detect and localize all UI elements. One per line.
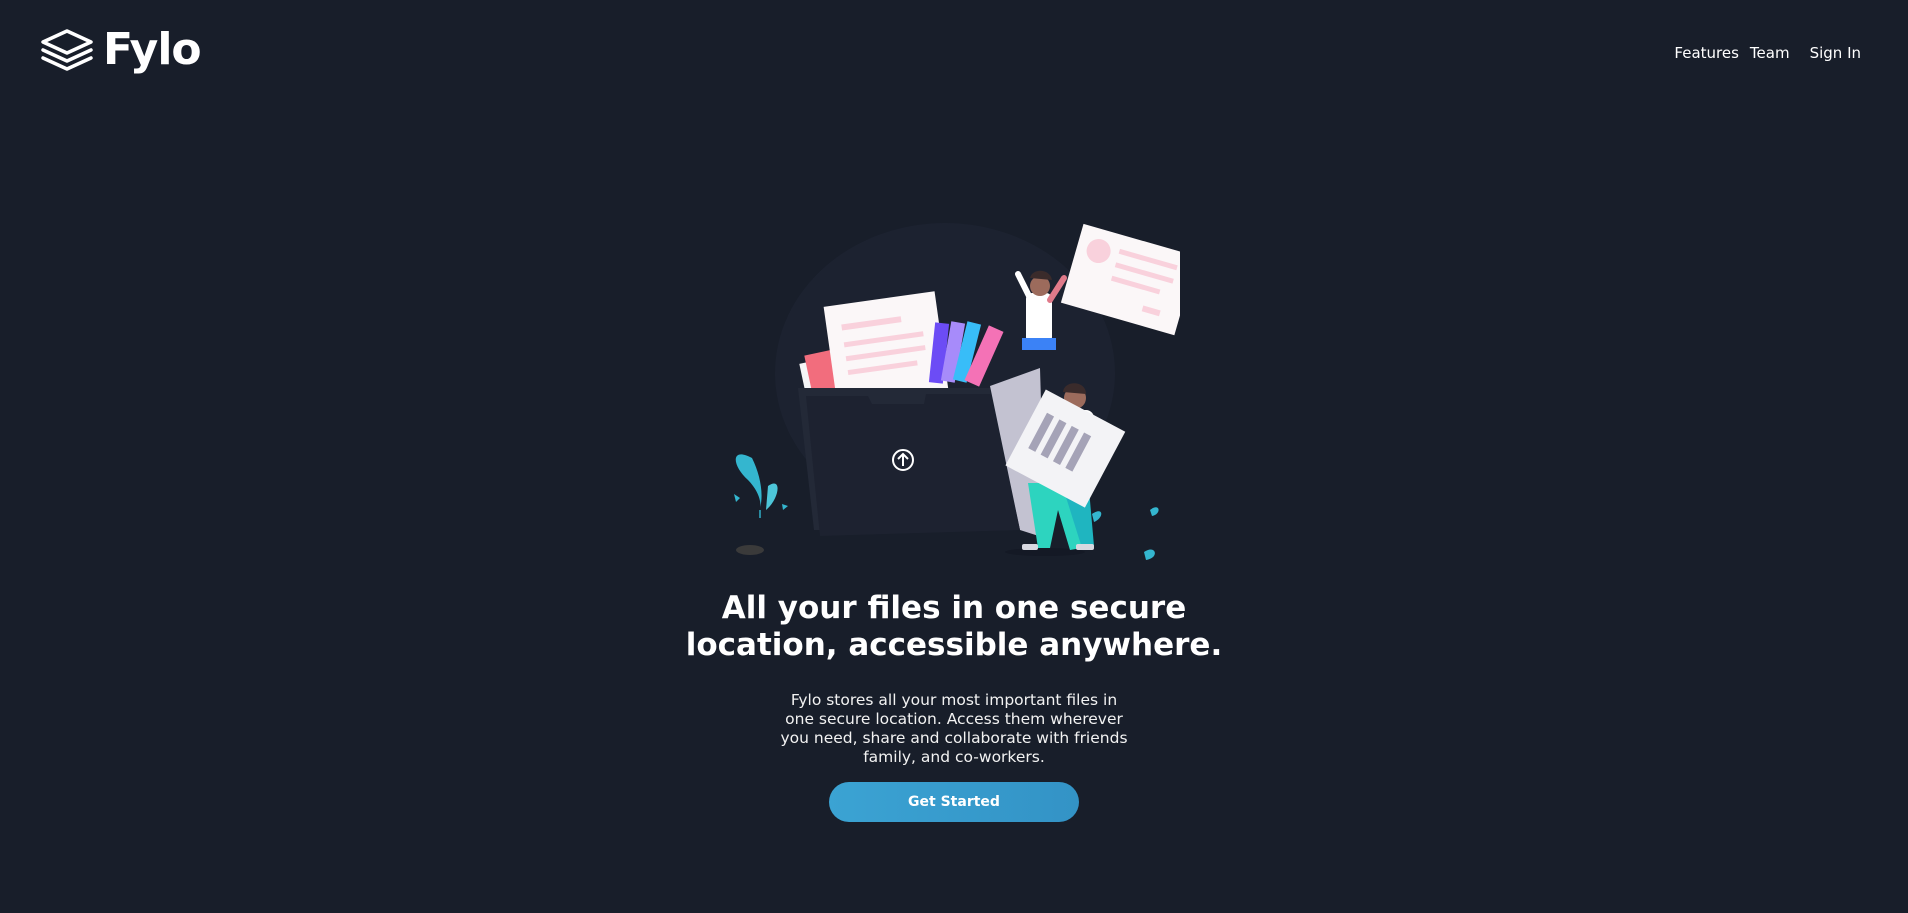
nav-link-team[interactable]: Team — [1750, 44, 1790, 62]
brand-name: Fylo — [103, 24, 202, 75]
hero-headline: All your files in one secure location, a… — [0, 590, 1908, 664]
main-nav: Features Team Sign In — [1674, 44, 1861, 62]
hero-illustration — [720, 218, 1197, 560]
hero-description: Fylo stores all your most important file… — [780, 691, 1128, 766]
landing-page: Fylo Features Team Sign In All your file… — [0, 0, 1908, 913]
nav-link-sign-in[interactable]: Sign In — [1810, 44, 1861, 62]
brand-logo[interactable]: Fylo — [41, 24, 202, 75]
hero-headline-line-1: All your files in one secure — [721, 590, 1187, 626]
hero-headline-line-2: location, accessible anywhere. — [685, 627, 1223, 663]
stacked-layers-icon — [41, 29, 93, 71]
get-started-button[interactable]: Get Started — [829, 782, 1079, 822]
nav-link-features[interactable]: Features — [1674, 44, 1739, 62]
